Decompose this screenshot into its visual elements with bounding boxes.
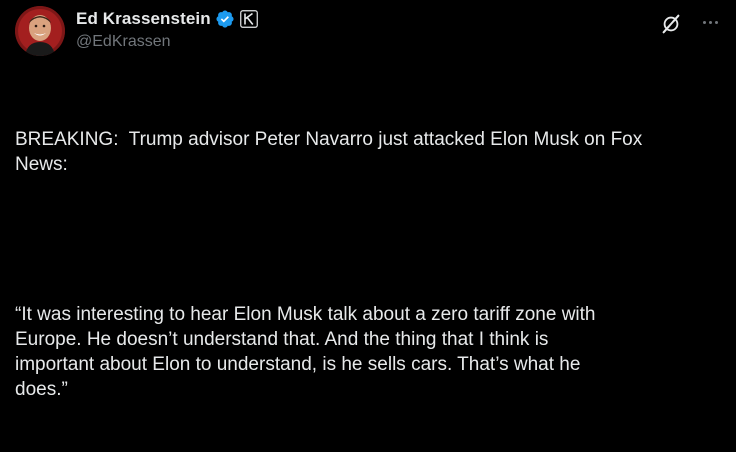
avatar[interactable]: [15, 6, 65, 56]
dot: [714, 20, 718, 24]
post-paragraph: BREAKING: Trump advisor Peter Navarro ju…: [15, 129, 643, 175]
k-badge-icon[interactable]: [239, 10, 258, 28]
grok-icon[interactable]: [660, 13, 682, 35]
tweet: Ed Krassenstein @EdKrassen BREAKING: Tru…: [0, 0, 736, 400]
post-paragraph: “It was interesting to hear Elon Musk ta…: [15, 304, 596, 400]
verified-badge-icon[interactable]: [215, 9, 235, 29]
name-row: Ed Krassenstein: [76, 8, 258, 30]
display-name[interactable]: Ed Krassenstein: [76, 9, 211, 29]
more-options-icon[interactable]: [699, 11, 721, 33]
dot: [708, 20, 712, 24]
post-body: BREAKING: Trump advisor Peter Navarro ju…: [15, 77, 715, 452]
dot: [702, 20, 706, 24]
author-handle[interactable]: @EdKrassen: [76, 33, 258, 51]
post-header: Ed Krassenstein @EdKrassen: [76, 8, 258, 51]
